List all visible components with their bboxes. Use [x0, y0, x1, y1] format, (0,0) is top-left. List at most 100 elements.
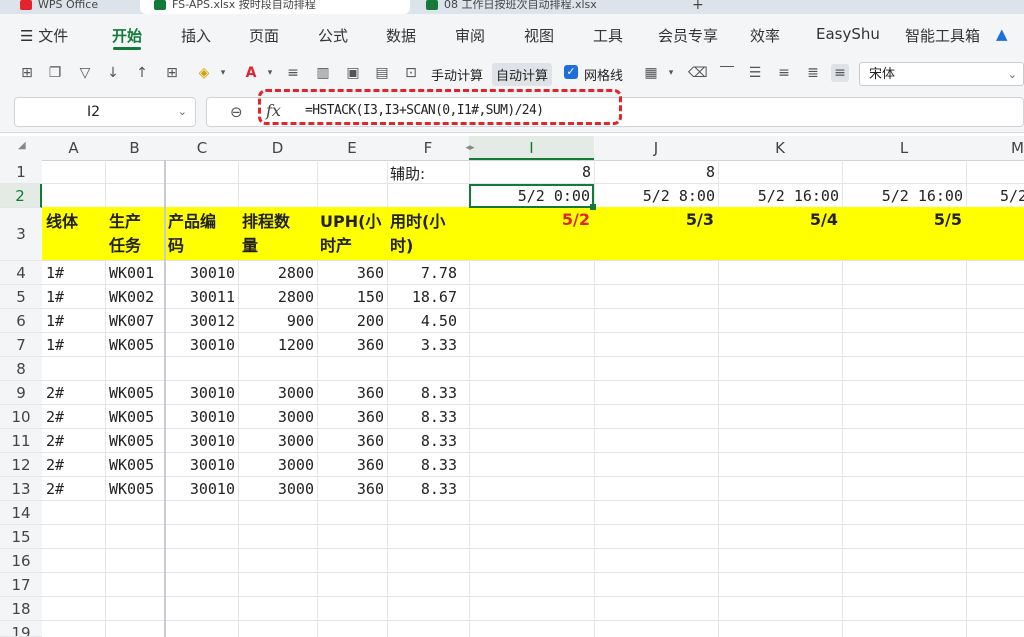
- cell-product-code[interactable]: 30010: [166, 456, 235, 474]
- new-tab-plus-icon[interactable]: +: [692, 0, 712, 14]
- cell-product-code[interactable]: 30011: [166, 288, 235, 306]
- cell-m2-partial[interactable]: 5/2: [1000, 187, 1024, 205]
- row-header-14[interactable]: 14: [0, 501, 42, 525]
- date-header-i3[interactable]: 5/2: [469, 210, 590, 229]
- cell-uph[interactable]: 360: [317, 408, 384, 426]
- cell-line[interactable]: 2#: [46, 480, 64, 498]
- cell-schedule-qty[interactable]: 1200: [238, 336, 314, 354]
- freeze-panes-icon[interactable]: ▥: [314, 64, 332, 82]
- sort-descending-icon[interactable]: ↑: [133, 64, 151, 82]
- column-header-a[interactable]: A: [42, 136, 105, 160]
- menu-easyshu[interactable]: EasyShu: [816, 25, 880, 43]
- justify-icon[interactable]: ≡: [831, 64, 849, 82]
- row-header-3[interactable]: 3: [0, 208, 42, 261]
- table-style-icon[interactable]: ▣: [344, 64, 362, 82]
- hidden-columns-icon[interactable]: ◂▸: [462, 136, 478, 160]
- cell-uph[interactable]: 150: [317, 288, 384, 306]
- cell-product-code[interactable]: 30010: [166, 336, 235, 354]
- cell-task[interactable]: WK005: [109, 408, 154, 426]
- clear-format-icon[interactable]: ⌫: [688, 64, 708, 82]
- fill-color-icon[interactable]: ◈: [195, 64, 213, 82]
- align-top-icon[interactable]: ⎺: [718, 64, 736, 82]
- cell-product-code[interactable]: 30010: [166, 408, 235, 426]
- convert-to-number-icon[interactable]: ⊞: [18, 64, 36, 82]
- file-menu[interactable]: ☰ 文件: [20, 25, 68, 46]
- cell-line[interactable]: 1#: [46, 264, 64, 282]
- date-header-k3[interactable]: 5/4: [718, 210, 838, 229]
- copy-format-icon[interactable]: ❐: [46, 64, 64, 82]
- cell-task[interactable]: WK002: [109, 288, 154, 306]
- row-header-15[interactable]: 15: [0, 525, 42, 549]
- cell-uph[interactable]: 360: [317, 336, 384, 354]
- row-header-18[interactable]: 18: [0, 597, 42, 621]
- tab-current-workbook[interactable]: FS-APS.xlsx 按时段自动排程: [140, 0, 410, 14]
- cell-hours[interactable]: 7.78: [387, 264, 457, 282]
- cell-j1[interactable]: 8: [594, 163, 715, 181]
- align-right-icon[interactable]: ≣: [804, 64, 822, 82]
- chevron-down-icon[interactable]: ▾: [261, 64, 279, 82]
- menu-home[interactable]: 开始: [112, 25, 142, 46]
- chevron-down-icon[interactable]: ▾: [214, 64, 232, 82]
- cell-task[interactable]: WK005: [109, 480, 154, 498]
- font-family-select[interactable]: 宋体 ⌄: [859, 62, 1024, 86]
- menu-efficiency[interactable]: 效率: [750, 25, 780, 46]
- align-icon[interactable]: ≡: [284, 64, 302, 82]
- header-task[interactable]: 生产 任务: [109, 210, 141, 258]
- auto-calc-button[interactable]: 自动计算: [492, 63, 553, 86]
- cell-uph[interactable]: 360: [317, 480, 384, 498]
- menu-smart-toolbox[interactable]: 智能工具箱: [905, 25, 980, 46]
- row-header-13[interactable]: 13: [0, 477, 42, 501]
- row-header-4[interactable]: 4: [0, 261, 42, 285]
- column-header-e[interactable]: E: [317, 136, 387, 160]
- fill-handle[interactable]: [590, 204, 596, 210]
- cell-line[interactable]: 1#: [46, 336, 64, 354]
- header-hours[interactable]: 用时(小 时): [390, 210, 445, 258]
- cell-product-code[interactable]: 30010: [166, 432, 235, 450]
- menu-view[interactable]: 视图: [524, 25, 554, 46]
- row-header-8[interactable]: 8: [0, 357, 42, 381]
- cell-uph[interactable]: 200: [317, 312, 384, 330]
- menu-tools[interactable]: 工具: [593, 25, 623, 46]
- helper-label-cell[interactable]: 辅助:: [390, 163, 425, 184]
- row-header-17[interactable]: 17: [0, 573, 42, 597]
- cell-task[interactable]: WK007: [109, 312, 154, 330]
- column-header-m[interactable]: M: [966, 136, 1024, 160]
- menu-formulas[interactable]: 公式: [318, 25, 348, 46]
- chevron-down-icon[interactable]: ▾: [662, 64, 680, 82]
- zoom-search-icon[interactable]: ⊖: [230, 103, 243, 121]
- cell-schedule-qty[interactable]: 3000: [238, 480, 314, 498]
- menu-review[interactable]: 审阅: [455, 25, 485, 46]
- date-header-j3[interactable]: 5/3: [594, 210, 714, 229]
- cell-task[interactable]: WK005: [109, 456, 154, 474]
- cell-j2[interactable]: 5/2 8:00: [594, 187, 715, 205]
- column-header-j[interactable]: J: [594, 136, 718, 160]
- cell-line[interactable]: 1#: [46, 288, 64, 306]
- cell-schedule-qty[interactable]: 900: [238, 312, 314, 330]
- cell-product-code[interactable]: 30010: [166, 384, 235, 402]
- gridlines-checkbox[interactable]: ✓: [564, 65, 578, 79]
- cell-hours[interactable]: 8.33: [387, 432, 457, 450]
- conditional-format-icon[interactable]: ▤: [373, 64, 391, 82]
- header-schedule-qty[interactable]: 排程数量: [242, 210, 290, 258]
- tab-other-workbook[interactable]: 08 工作日按班次自动排程.xlsx: [420, 0, 670, 14]
- sort-ascending-icon[interactable]: ↓: [104, 64, 122, 82]
- cell-uph[interactable]: 360: [317, 432, 384, 450]
- cell-uph[interactable]: 360: [317, 456, 384, 474]
- cell-product-code[interactable]: 30010: [166, 264, 235, 282]
- align-left-icon[interactable]: ☰: [746, 64, 764, 82]
- filter-icon[interactable]: ▽: [76, 64, 94, 82]
- menu-member[interactable]: 会员专享: [658, 25, 718, 46]
- cell-hours[interactable]: 8.33: [387, 480, 457, 498]
- column-header-l[interactable]: L: [842, 136, 966, 160]
- row-header-11[interactable]: 11: [0, 429, 42, 453]
- row-header-12[interactable]: 12: [0, 453, 42, 477]
- align-center-icon[interactable]: ≡: [775, 64, 793, 82]
- column-header-d[interactable]: D: [238, 136, 317, 160]
- cell-task[interactable]: WK001: [109, 264, 154, 282]
- cell-hours[interactable]: 3.33: [387, 336, 457, 354]
- ai-icon[interactable]: ▲: [996, 25, 1008, 43]
- cell-hours[interactable]: 8.33: [387, 456, 457, 474]
- manual-calc-button[interactable]: 手动计算: [431, 65, 483, 84]
- date-header-l3[interactable]: 5/5: [842, 210, 962, 229]
- column-header-i[interactable]: I: [469, 136, 594, 160]
